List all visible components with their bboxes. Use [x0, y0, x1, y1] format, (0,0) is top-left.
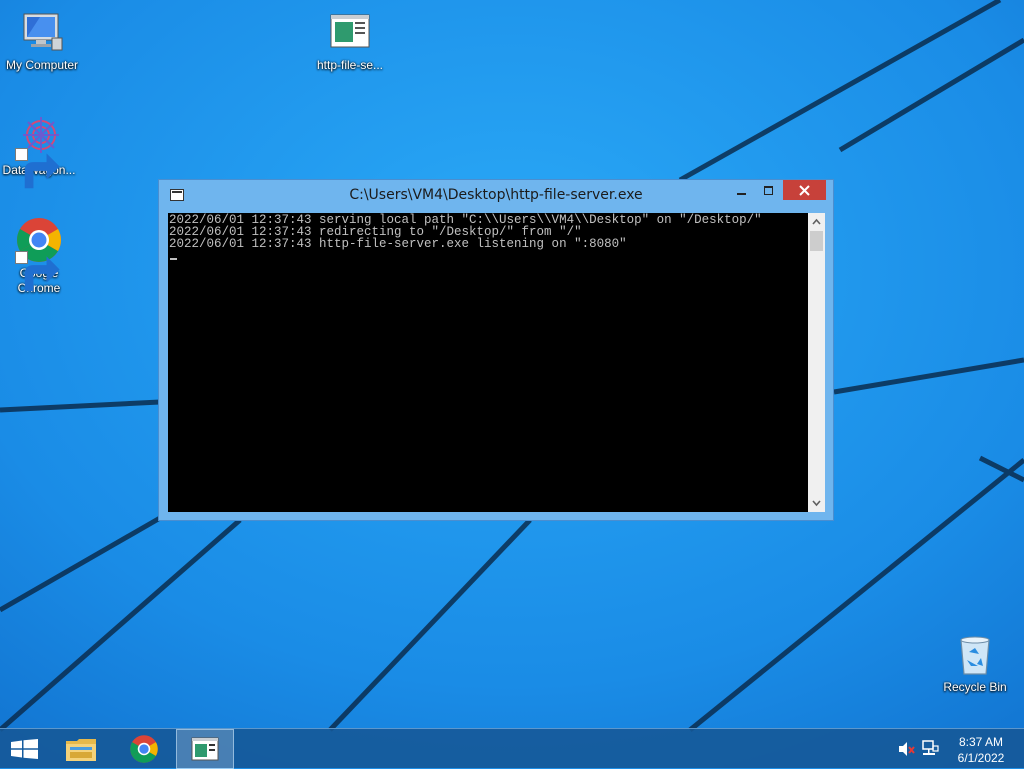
desktop-icon-http-file-server[interactable]: http-file-se... — [308, 8, 392, 73]
scroll-up-button[interactable] — [808, 213, 825, 230]
desktop-icon-label: http-file-se... — [316, 58, 384, 72]
shortcut-arrow-icon — [15, 148, 60, 189]
volume-muted-icon[interactable] — [898, 741, 916, 757]
windows-logo-icon — [11, 739, 38, 759]
text-cursor — [170, 258, 177, 260]
system-clock[interactable]: 8:37 AM 6/1/2022 — [948, 734, 1014, 766]
scrollbar-thumb[interactable] — [810, 231, 823, 251]
recycle-bin-icon — [951, 630, 999, 678]
console-output[interactable]: 2022/06/01 12:37:43 serving local path "… — [168, 213, 808, 512]
desktop-icon-label: Recycle Bin — [943, 680, 1007, 694]
close-button[interactable] — [783, 180, 826, 200]
desktop-icon-google-chrome[interactable]: Google Chrome — [0, 216, 81, 296]
file-explorer-taskbar-button[interactable] — [58, 729, 104, 769]
clock-time: 8:37 AM — [958, 735, 1004, 749]
network-icon[interactable] — [921, 740, 939, 758]
shortcut-arrow-icon — [15, 251, 60, 292]
chrome-taskbar-button[interactable] — [121, 729, 167, 769]
scroll-down-button[interactable] — [808, 495, 825, 512]
start-button[interactable] — [0, 729, 48, 769]
file-explorer-icon — [66, 739, 96, 761]
clock-date: 6/1/2022 — [957, 751, 1005, 765]
desktop-icon-recycle-bin[interactable]: Recycle Bin — [933, 630, 1017, 695]
title-bar[interactable]: C:\Users\VM4\Desktop\http-file-server.ex… — [159, 180, 833, 210]
console-window[interactable]: C:\Users\VM4\Desktop\http-file-server.ex… — [158, 179, 834, 521]
taskbar: 8:37 AM 6/1/2022 — [0, 728, 1024, 769]
console-taskbar-button[interactable] — [176, 729, 234, 769]
console-line: 2022/06/01 12:37:43 http-file-server.exe… — [169, 237, 627, 251]
chrome-icon — [15, 216, 63, 292]
computer-icon — [18, 8, 66, 56]
console-app-icon — [191, 737, 219, 761]
datawagon-icon — [15, 113, 63, 189]
console-app-icon — [326, 8, 374, 56]
close-icon — [799, 185, 810, 196]
maximize-button[interactable] — [756, 180, 782, 200]
desktop-icon-label: My Computer — [5, 58, 79, 72]
vertical-scrollbar[interactable] — [808, 213, 825, 512]
minimize-button[interactable] — [729, 180, 755, 200]
chrome-icon — [130, 735, 158, 763]
desktop-icon-datawagon[interactable]: DataWagon... — [0, 113, 81, 189]
chevron-down-icon — [812, 500, 821, 507]
chevron-up-icon — [812, 218, 821, 225]
desktop-icon-my-computer[interactable]: My Computer — [0, 8, 84, 73]
